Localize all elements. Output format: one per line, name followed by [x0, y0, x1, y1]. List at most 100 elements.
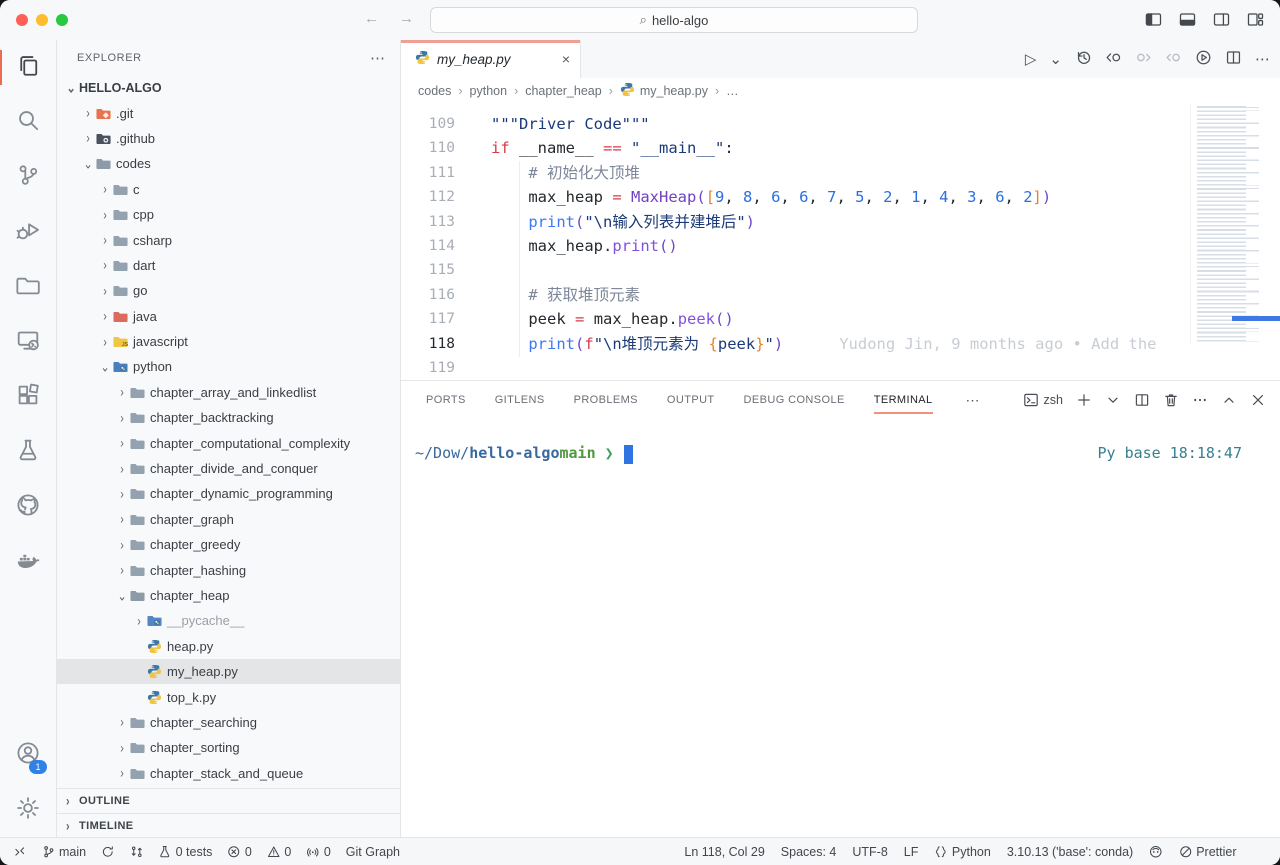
panel-tab-output[interactable]: OUTPUT: [667, 390, 715, 410]
tree-item-chapter-stack-and-queue[interactable]: ›chapter_stack_and_queue: [57, 761, 400, 786]
activity-item-explorer[interactable]: [0, 40, 56, 95]
code-line-118[interactable]: 118 print(f"\n堆顶元素为 {peek}")Yudong Jin, …: [401, 332, 1190, 356]
panel-tab-ports[interactable]: PORTS: [426, 390, 466, 410]
activity-item-search[interactable]: [0, 95, 56, 150]
minimap[interactable]: [1190, 104, 1272, 344]
zoom-window-icon[interactable]: [56, 14, 68, 26]
code-line-113[interactable]: 113 print("\n输入列表并建堆后"): [401, 210, 1190, 234]
tree-item-my-heap-py[interactable]: my_heap.py: [57, 659, 400, 684]
activity-item-folder-view[interactable]: [0, 260, 56, 315]
command-center-search[interactable]: ⌕ hello-algo: [430, 7, 918, 33]
terminal-dropdown-icon[interactable]: [1105, 392, 1121, 408]
history-forward-icon[interactable]: →: [399, 10, 414, 27]
breadcrumb-item[interactable]: …: [726, 84, 739, 98]
status-python-interpreter[interactable]: 3.10.13 ('base': conda): [1007, 845, 1133, 859]
tree-item-c[interactable]: ›c: [57, 177, 400, 202]
code-line-117[interactable]: 117 peek = max_heap.peek(): [401, 307, 1190, 331]
code-line-119[interactable]: 119: [401, 356, 1190, 380]
status-indentation[interactable]: Spaces: 4: [781, 845, 837, 859]
activity-item-extensions[interactable]: [0, 370, 56, 425]
activity-item-github[interactable]: [0, 480, 56, 535]
code-line-111[interactable]: 111 # 初始化大顶堆: [401, 161, 1190, 185]
status-encoding[interactable]: UTF-8: [852, 845, 887, 859]
tree-item-csharp[interactable]: ›csharp: [57, 227, 400, 252]
status-remote-indicator[interactable]: [13, 845, 27, 859]
activity-item-accounts[interactable]: 1: [0, 728, 56, 783]
history-back-icon[interactable]: ←: [364, 10, 379, 27]
sidebar-section-outline[interactable]: ›OUTLINE: [57, 788, 400, 813]
sidebar-section-timeline[interactable]: ›TIMELINE: [57, 813, 400, 838]
tree-item--github[interactable]: ›.github: [57, 126, 400, 151]
terminal[interactable]: ~/Dow/hello-algo main❯ Py base 18:18:47: [401, 419, 1280, 838]
customize-layout-icon[interactable]: [1247, 11, 1264, 33]
status-prettier[interactable]: Prettier: [1179, 845, 1237, 859]
tree-item-chapter-sorting[interactable]: ›chapter_sorting: [57, 735, 400, 760]
tree-item-chapter-divide-and-conquer[interactable]: ›chapter_divide_and_conquer: [57, 456, 400, 481]
status-git-graph[interactable]: Git Graph: [346, 845, 400, 859]
panel-tab-terminal[interactable]: TERMINAL: [874, 390, 933, 410]
activity-item-remote-explorer[interactable]: [0, 315, 56, 370]
tree-item-go[interactable]: ›go: [57, 278, 400, 303]
git-graph-view-icon[interactable]: [1195, 49, 1212, 70]
maximize-panel-icon[interactable]: [1221, 392, 1237, 408]
activity-item-settings[interactable]: [0, 783, 56, 838]
status-git-sync[interactable]: [101, 845, 115, 859]
breadcrumb-item[interactable]: chapter_heap: [525, 84, 601, 98]
tree-item-java[interactable]: ›java: [57, 304, 400, 329]
status-cursor-position[interactable]: Ln 118, Col 29: [684, 845, 764, 859]
run-dropdown-icon[interactable]: ⌄: [1049, 50, 1062, 68]
status-git-branch[interactable]: main: [42, 845, 87, 859]
tree-item-chapter-backtracking[interactable]: ›chapter_backtracking: [57, 405, 400, 430]
file-history-icon[interactable]: [1075, 49, 1092, 70]
code-line-109[interactable]: 109"""Driver Code""": [401, 112, 1190, 136]
tree-item-javascript[interactable]: ›JSjavascript: [57, 329, 400, 354]
toggle-panel-icon[interactable]: [1179, 11, 1196, 33]
activity-item-run-debug[interactable]: [0, 205, 56, 260]
tree-root-hello-algo[interactable]: ⌄HELLO-ALGO: [57, 75, 400, 100]
close-panel-icon[interactable]: [1250, 392, 1266, 408]
activity-item-testing[interactable]: [0, 425, 56, 480]
close-window-icon[interactable]: [16, 14, 28, 26]
tree-item-top-k-py[interactable]: top_k.py: [57, 684, 400, 709]
tree-item-python[interactable]: ⌄python: [57, 354, 400, 379]
status-language-mode[interactable]: Python: [934, 845, 990, 859]
tree-item-heap-py[interactable]: heap.py: [57, 634, 400, 659]
activity-item-source-control[interactable]: [0, 150, 56, 205]
tree-item-chapter-dynamic-programming[interactable]: ›chapter_dynamic_programming: [57, 481, 400, 506]
status-eol[interactable]: LF: [904, 845, 919, 859]
explorer-more-actions-icon[interactable]: ⋯: [370, 49, 386, 67]
terminal-profile-icon[interactable]: zsh: [1023, 392, 1063, 408]
toggle-secondary-sidebar-icon[interactable]: [1213, 11, 1230, 33]
panel-tab-problems[interactable]: PROBLEMS: [574, 390, 638, 410]
panel-tab-debug-console[interactable]: DEBUG CONSOLE: [744, 390, 845, 410]
status-errors[interactable]: 0: [227, 845, 251, 859]
code-line-110[interactable]: 110if __name__ == "__main__":: [401, 136, 1190, 160]
split-editor-icon[interactable]: [1225, 49, 1242, 70]
status-copilot[interactable]: [1149, 845, 1163, 859]
tree-item-chapter-hashing[interactable]: ›chapter_hashing: [57, 557, 400, 582]
new-terminal-icon[interactable]: [1076, 392, 1092, 408]
tree-item-codes[interactable]: ⌄codes: [57, 151, 400, 176]
close-tab-icon[interactable]: ×: [562, 51, 570, 67]
activity-item-docker[interactable]: [0, 535, 56, 590]
status-git-compare[interactable]: [130, 845, 144, 859]
tree-item-dart[interactable]: ›dart: [57, 253, 400, 278]
code-line-115[interactable]: 115: [401, 258, 1190, 282]
code-line-112[interactable]: 112 max_heap = MaxHeap([9, 8, 6, 6, 7, 5…: [401, 185, 1190, 209]
panel-more-icon[interactable]: [1192, 392, 1208, 408]
split-terminal-icon[interactable]: [1134, 392, 1150, 408]
panel-tabs-more-icon[interactable]: ⋯: [966, 392, 981, 409]
panel-tab-gitlens[interactable]: GITLENS: [495, 390, 545, 410]
status-warnings[interactable]: 0: [267, 845, 291, 859]
breadcrumb-item[interactable]: python: [470, 84, 508, 98]
toggle-primary-sidebar-icon[interactable]: [1145, 11, 1162, 33]
open-changes-icon[interactable]: [1105, 49, 1122, 70]
kill-terminal-icon[interactable]: [1163, 392, 1179, 408]
tree-item-chapter-greedy[interactable]: ›chapter_greedy: [57, 532, 400, 557]
more-actions-icon[interactable]: ⋯: [1255, 50, 1270, 68]
tree-item-chapter-heap[interactable]: ⌄chapter_heap: [57, 583, 400, 608]
tree-item--git[interactable]: ›.git: [57, 100, 400, 125]
code-line-114[interactable]: 114 max_heap.print(): [401, 234, 1190, 258]
status-notifications[interactable]: [1253, 845, 1267, 859]
code-line-116[interactable]: 116 # 获取堆顶元素: [401, 283, 1190, 307]
